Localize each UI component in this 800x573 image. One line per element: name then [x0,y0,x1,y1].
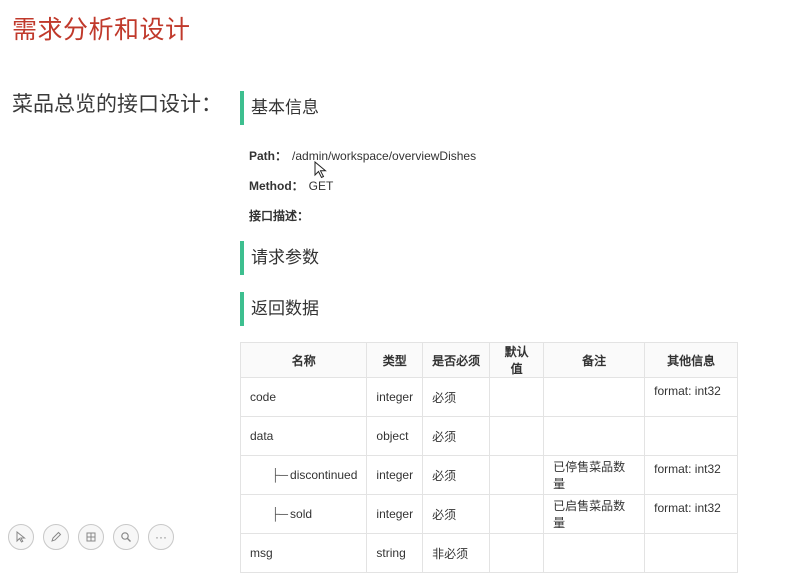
cell-required: 必须 [422,416,491,456]
header-name: 名称 [239,342,368,378]
method-value: GET [308,179,334,193]
cell-other [644,416,739,456]
table-header-row: 名称 类型 是否必须 默认值 备注 其他信息 [239,342,739,378]
cell-default [489,416,545,456]
path-label: Path： [249,149,288,163]
pointer-icon[interactable] [8,524,34,550]
cell-required: 必须 [422,377,491,417]
cell-name: ├─ discontinued [239,455,368,495]
zoom-icon[interactable] [113,524,139,550]
cell-default [489,494,545,534]
cell-default [489,455,545,495]
cell-other: format: int32 [644,494,739,534]
cell-required: 必须 [422,494,491,534]
section-basic-info-label: 基本信息 [251,98,319,117]
table-row: ├─ sold integer 必须 已启售菜品数量 format: int32 [239,494,739,534]
method-label: Method： [249,179,304,193]
api-description: 接口描述： [249,207,309,224]
cell-type: object [366,416,424,456]
table-row: data object 必须 [239,416,739,456]
section-response-data-label: 返回数据 [251,299,319,318]
section-request-params-label: 请求参数 [251,248,319,267]
table-row: ├─ discontinued integer 必须 已停售菜品数量 format… [239,455,739,495]
section-request-params: 请求参数 [240,241,319,275]
slide-subtitle: 菜品总览的接口设计： [12,93,222,116]
description-label: 接口描述： [249,209,310,223]
cell-name-text: discontinued [290,468,358,482]
cell-name: msg [239,533,368,573]
cell-default [489,377,545,417]
cell-default [489,533,545,573]
cell-note [543,533,646,573]
cell-other [644,533,739,573]
api-path: Path：/admin/workspace/overviewDishes [249,147,476,164]
api-method: Method： GET [249,177,333,194]
slide-title: 需求分析和设计 [12,16,191,44]
cell-type: integer [366,494,424,534]
cell-name: data [239,416,368,456]
cell-required: 非必须 [422,533,491,573]
cell-note [543,416,646,456]
slide-toolbar: ··· [8,524,174,550]
tree-branch-icon: ├─ [271,507,289,521]
cell-note: 已停售菜品数量 [543,455,646,495]
cell-other: format: int32 [644,377,739,417]
cell-type: string [366,533,424,573]
cell-required: 必须 [422,455,491,495]
mouse-cursor-icon [314,161,327,179]
table-row: code integer 必须 format: int32 [239,377,739,417]
header-default: 默认值 [489,342,545,378]
header-required: 是否必须 [422,342,491,378]
cell-type: integer [366,377,424,417]
table-row: msg string 非必须 [239,533,739,573]
grid-icon[interactable] [78,524,104,550]
tree-branch-icon: ├─ [271,468,289,482]
pen-icon[interactable] [43,524,69,550]
section-basic-info: 基本信息 [240,91,319,125]
cell-type: integer [366,455,424,495]
cell-note [543,377,646,417]
header-type: 类型 [366,342,424,378]
cell-name-text: sold [290,507,313,521]
cell-note: 已启售菜品数量 [543,494,646,534]
header-other: 其他信息 [644,342,739,378]
response-table: 名称 类型 是否必须 默认值 备注 其他信息 code integer 必须 f… [239,342,739,573]
more-icon[interactable]: ··· [148,524,174,550]
cell-other: format: int32 [644,455,739,495]
cell-name: code [239,377,368,417]
header-note: 备注 [543,342,646,378]
cell-name: ├─ sold [239,494,368,534]
section-response-data: 返回数据 [240,292,319,326]
